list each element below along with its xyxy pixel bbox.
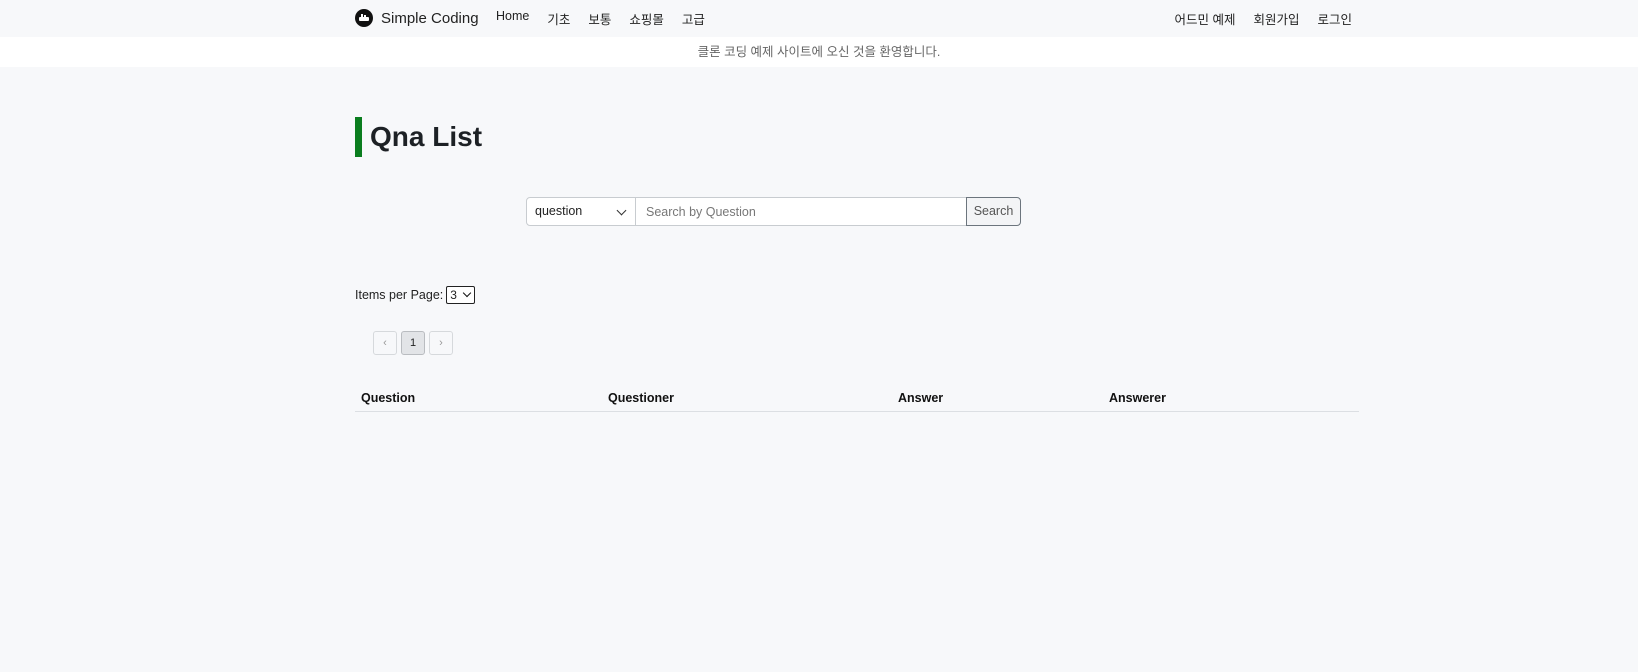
- nav-admin-example[interactable]: 어드민 예제: [1174, 9, 1235, 28]
- brand-name: Simple Coding: [381, 9, 479, 27]
- welcome-banner: 클론 코딩 예제 사이트에 오신 것을 환영합니다.: [0, 37, 1638, 67]
- brand-logo-icon: [355, 9, 373, 27]
- column-header-questioner: Questioner: [608, 391, 674, 405]
- pagination-next-button[interactable]: ›: [429, 331, 453, 355]
- search-field-select[interactable]: question: [526, 197, 636, 226]
- items-per-page-select[interactable]: 3: [446, 286, 476, 304]
- column-header-answer: Answer: [898, 391, 944, 405]
- pagination-page-button[interactable]: 1: [401, 331, 425, 355]
- nav-signup[interactable]: 회원가입: [1253, 9, 1299, 28]
- items-per-page-value: 3: [450, 288, 457, 302]
- chevron-down-icon: [463, 288, 472, 298]
- nav-normal[interactable]: 보통: [588, 9, 611, 28]
- column-header-answerer: Answerer: [1109, 391, 1166, 405]
- nav-shopping-mall[interactable]: 쇼핑몰: [629, 9, 664, 28]
- nav-home[interactable]: Home: [496, 9, 529, 28]
- search-field-selected-value: question: [535, 204, 583, 218]
- search-input[interactable]: [635, 197, 967, 226]
- table-header: Question Questioner Answer Answerer: [355, 387, 1359, 412]
- search-button[interactable]: Search: [966, 197, 1021, 226]
- brand-link[interactable]: Simple Coding: [355, 8, 479, 28]
- chevron-down-icon: [616, 205, 627, 216]
- page-title: Qna List: [355, 117, 482, 157]
- qna-table: Question Questioner Answer Answerer: [355, 387, 1359, 412]
- nav-advanced[interactable]: 고급: [682, 9, 705, 28]
- nav-basic[interactable]: 기초: [547, 9, 570, 28]
- top-navbar: Simple Coding Home 기초 보통 쇼핑몰 고급 어드민 예제 회…: [0, 0, 1638, 37]
- column-header-question: Question: [361, 391, 416, 405]
- items-per-page-label: Items per Page:: [355, 288, 444, 302]
- pagination: ‹ 1 ›: [373, 331, 453, 355]
- main-nav: Home 기초 보통 쇼핑몰 고급: [496, 9, 705, 28]
- nav-login[interactable]: 로그인: [1317, 9, 1352, 28]
- items-per-page: Items per Page: 3: [355, 286, 476, 304]
- pagination-prev-button[interactable]: ‹: [373, 331, 397, 355]
- user-nav: 어드민 예제 회원가입 로그인: [1174, 9, 1352, 28]
